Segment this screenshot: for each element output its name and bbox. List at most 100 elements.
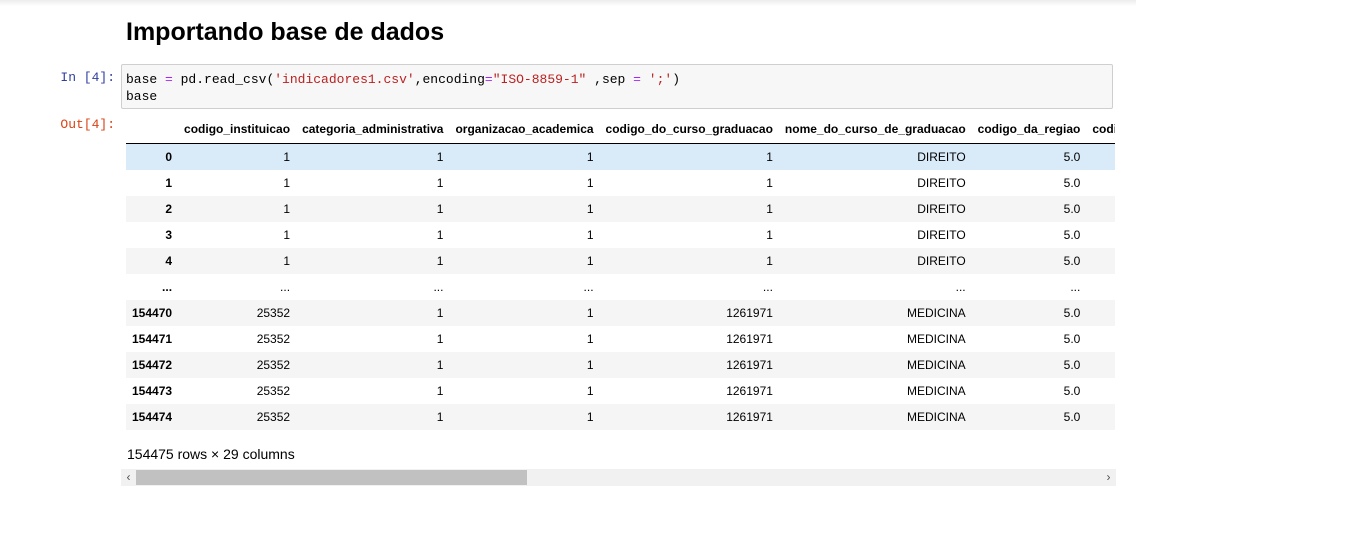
- code-token: pd.read_csv(: [172, 72, 275, 87]
- table-cell: 1: [283, 202, 291, 216]
- table-cell: 1: [283, 176, 291, 190]
- table-cell: 1: [283, 254, 291, 268]
- table-cell: [1086, 352, 1115, 378]
- table-cell: 1261971: [726, 410, 773, 424]
- table-cell: 1: [436, 150, 444, 164]
- markdown-heading: Importando base de dados: [126, 18, 445, 46]
- table-cell: DIREITO: [917, 254, 966, 268]
- column-header: nome_do_curso_de_graduacao: [778, 114, 972, 144]
- code-string: 'indicadores1.csv': [274, 72, 415, 87]
- table-cell: 1: [436, 254, 444, 268]
- table-cell: 1: [766, 228, 773, 242]
- scrollbar-thumb[interactable]: [136, 470, 527, 485]
- table-cell: 1261971: [726, 306, 773, 320]
- row-index: 3: [165, 228, 173, 242]
- table-cell: MEDICINA: [906, 358, 966, 372]
- table-cell: 5.0: [1063, 202, 1081, 216]
- code-cell-editor[interactable]: base = pd.read_csv('indicadores1.csv',en…: [121, 64, 1113, 109]
- horizontal-scrollbar[interactable]: ‹ ›: [121, 469, 1116, 486]
- table-cell: DIREITO: [917, 202, 966, 216]
- header-shadow: [0, 0, 1136, 6]
- table-cell: [1086, 274, 1115, 300]
- table-row: .....................: [126, 274, 1115, 300]
- table-cell: 1: [586, 358, 594, 372]
- table-cell: 25352: [256, 332, 291, 346]
- table-cell: MEDICINA: [906, 332, 966, 346]
- table-cell: [1086, 378, 1115, 404]
- table-cell: 5.0: [1063, 176, 1081, 190]
- table-cell: 1: [586, 410, 594, 424]
- table-cell: MEDICINA: [906, 384, 966, 398]
- table-cell: [1086, 144, 1115, 171]
- row-index: 154473: [132, 384, 173, 398]
- table-cell: 1: [436, 410, 444, 424]
- table-cell: 25352: [256, 410, 291, 424]
- code-token: base: [126, 72, 166, 87]
- table-cell: 1: [283, 150, 291, 164]
- table-cell: ...: [433, 280, 444, 294]
- table-cell: 1: [586, 150, 594, 164]
- table-cell: ...: [955, 280, 966, 294]
- row-index: 4: [165, 254, 173, 268]
- column-header: organizacao_academica: [449, 114, 600, 144]
- row-index: 154471: [132, 332, 173, 346]
- output-prompt: Out[4]:: [60, 117, 115, 132]
- index-header: [126, 114, 179, 144]
- table-cell: 1: [436, 358, 444, 372]
- table-cell: DIREITO: [917, 176, 966, 190]
- table-cell: 1261971: [726, 384, 773, 398]
- table-row: 154471 25352 1 1 1261971 MEDICINA 5.0: [126, 326, 1115, 352]
- table-cell: 1: [586, 176, 594, 190]
- table-cell: 5.0: [1063, 306, 1081, 320]
- table-cell: [1086, 222, 1115, 248]
- table-cell: MEDICINA: [906, 306, 966, 320]
- chevron-right-icon[interactable]: ›: [1101, 469, 1116, 486]
- code-line-2: base: [126, 89, 158, 104]
- table-cell: MEDICINA: [906, 410, 966, 424]
- table-cell: [1086, 326, 1115, 352]
- row-index: 0: [165, 150, 173, 164]
- table-row: 154472 25352 1 1 1261971 MEDICINA 5.0: [126, 352, 1115, 378]
- table-cell: 1: [766, 150, 773, 164]
- code-operator: =: [633, 72, 641, 87]
- table-cell: 1261971: [726, 332, 773, 346]
- code-token: ,sep: [586, 72, 634, 87]
- chevron-left-icon[interactable]: ‹: [121, 469, 136, 486]
- table-cell: 1: [766, 176, 773, 190]
- table-cell: DIREITO: [917, 228, 966, 242]
- table-cell: [1086, 300, 1115, 326]
- table-cell: 1: [586, 254, 594, 268]
- table-cell: 1: [436, 176, 444, 190]
- column-header: codi: [1086, 114, 1115, 144]
- table-cell: 1: [586, 306, 594, 320]
- table-cell: ...: [762, 280, 773, 294]
- table-row: 154470 25352 1 1 1261971 MEDICINA 5.0: [126, 300, 1115, 326]
- code-operator: =: [484, 72, 493, 87]
- table-cell: 1: [586, 384, 594, 398]
- table-row: 4 1 1 1 1 DIREITO 5.0: [126, 248, 1115, 274]
- table-cell: 25352: [256, 384, 291, 398]
- table-cell: 1: [766, 202, 773, 216]
- column-header: codigo_do_curso_graduacao: [599, 114, 779, 144]
- table-row: 0 1 1 1 1 DIREITO 5.0: [126, 143, 1115, 171]
- table-row: 1 1 1 1 1 DIREITO 5.0: [126, 170, 1115, 196]
- code-string: ';': [648, 72, 673, 87]
- table-cell: 1: [436, 228, 444, 242]
- column-header: categoria_administrativa: [296, 114, 450, 144]
- notebook-area: Importando base de dados In [4]: base = …: [0, 0, 1136, 557]
- code-token: ,encoding: [414, 72, 485, 87]
- code-string: "ISO-8859-1": [492, 72, 587, 87]
- table-cell: 1: [436, 384, 444, 398]
- table-header-row: codigo_instituicao categoria_administrat…: [126, 114, 1115, 144]
- table-row: 154474 25352 1 1 1261971 MEDICINA 5.0: [126, 404, 1115, 430]
- table-cell: 1: [436, 332, 444, 346]
- table-cell: 5.0: [1063, 358, 1081, 372]
- row-index: 154474: [132, 410, 173, 424]
- table-cell: [1086, 170, 1115, 196]
- table-cell: 5.0: [1063, 410, 1081, 424]
- table-cell: ...: [280, 280, 291, 294]
- table-cell: [1086, 404, 1115, 430]
- table-cell: ...: [1070, 280, 1081, 294]
- table-cell: 5.0: [1063, 228, 1081, 242]
